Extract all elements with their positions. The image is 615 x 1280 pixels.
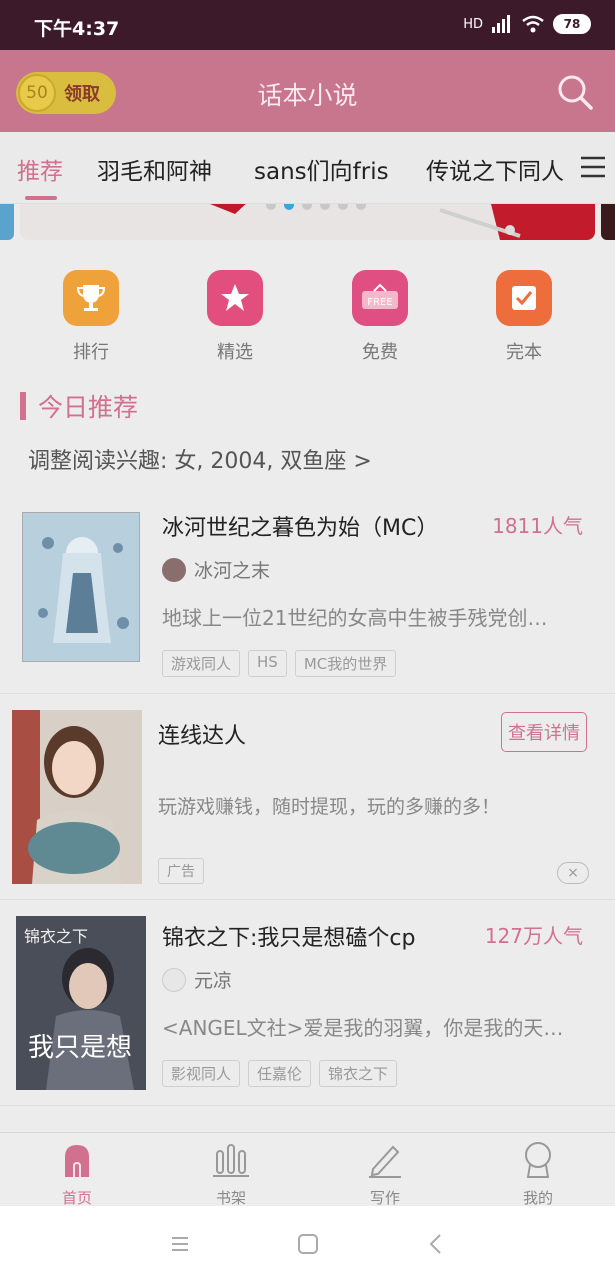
nav-home-label: 首页 — [61, 1189, 92, 1207]
svg-text:我只是想: 我只是想 — [28, 1033, 132, 1063]
bottom-nav: 首页 书架 写作 我的 — [0, 1132, 615, 1208]
book-tag[interactable]: 影视同人 — [162, 1060, 241, 1087]
app-title: 话本小说 — [257, 81, 358, 110]
book-tags: 影视同人 任嘉伦 锦衣之下 — [162, 1060, 398, 1087]
nav-bookshelf-label: 书架 — [215, 1189, 246, 1207]
app-header: 50 领取 话本小说 — [0, 50, 615, 132]
system-nav-bar — [0, 1206, 615, 1280]
recent-apps-icon[interactable] — [166, 1230, 194, 1258]
book-tag[interactable]: HS — [248, 650, 287, 677]
book-tag[interactable]: 锦衣之下 — [319, 1060, 398, 1087]
free-tag-icon: FREE — [352, 270, 408, 326]
search-icon[interactable] — [555, 72, 595, 112]
wifi-icon — [522, 15, 544, 33]
book-popularity: 1811人气 — [492, 514, 583, 538]
checkbox-icon — [496, 270, 552, 326]
quick-featured-label: 精选 — [217, 342, 253, 363]
bookshelf-icon — [213, 1144, 249, 1177]
svg-text:FREE: FREE — [367, 297, 392, 308]
author-name: 冰河之末 — [194, 560, 271, 582]
book-author[interactable]: 冰河之末 — [162, 556, 270, 583]
nav-bookshelf[interactable]: 书架 — [191, 1139, 271, 1208]
battery-icon: 78 — [553, 14, 591, 34]
network-label: HD — [463, 16, 483, 32]
menu-icon[interactable] — [579, 154, 607, 180]
book-description: <ANGEL文社>爱是我的羽翼，你是我的天… — [162, 1016, 564, 1040]
book-tag[interactable]: 任嘉伦 — [248, 1060, 312, 1087]
book-title[interactable]: 冰河世纪之暮色为始（MC） — [162, 510, 438, 542]
banner-carousel[interactable] — [0, 204, 615, 242]
tab-yumao-ashen[interactable]: 羽毛和阿神 — [97, 152, 212, 186]
signal-icon — [492, 15, 510, 33]
tab-sans-fris[interactable]: sans们向fris — [254, 152, 389, 186]
profile-icon — [525, 1142, 551, 1178]
quick-completed-label: 完本 — [506, 342, 542, 363]
nav-home[interactable]: 首页 — [37, 1139, 117, 1208]
svg-text:锦衣之下: 锦衣之下 — [24, 927, 88, 946]
cover-art: 锦衣之下 我只是想 — [16, 916, 146, 1090]
ad-title[interactable]: 连线达人 — [158, 718, 246, 750]
tab-recommend[interactable]: 推荐 — [17, 152, 63, 186]
status-icons: HD 78 — [463, 14, 591, 34]
book-cover[interactable]: 锦衣之下 我只是想 — [16, 916, 146, 1090]
carousel-dots — [266, 204, 366, 210]
quick-free[interactable]: FREE 免费 — [335, 270, 425, 364]
ad-card[interactable]: 连线达人 查看详情 玩游戏赚钱，随时提现，玩的多赚的多！ 广告 × — [0, 694, 615, 900]
book-item[interactable]: 锦衣之下 我只是想 锦衣之下:我只是想磕个cp 127万人气 元凉 <ANGEL… — [0, 900, 615, 1106]
cover-art — [23, 513, 139, 661]
book-tag[interactable]: 游戏同人 — [162, 650, 241, 677]
status-time: 下午4:37 — [34, 18, 120, 40]
nav-profile[interactable]: 我的 — [498, 1139, 578, 1208]
back-icon[interactable] — [422, 1230, 450, 1258]
banner-next-edge — [601, 204, 615, 240]
quick-links: 排行 精选 FREE 免费 完本 — [0, 270, 615, 370]
category-tabs: 推荐 羽毛和阿神 sans们向fris 传说之下同人 — [0, 132, 615, 204]
status-bar: 下午4:37 HD 78 — [0, 0, 615, 50]
author-avatar — [162, 967, 186, 992]
adjust-interest-link[interactable]: 调整阅读兴趣: 女, 2004, 双鱼座 > — [28, 443, 372, 475]
ad-close-button[interactable]: × — [557, 862, 589, 884]
book-popularity: 127万人气 — [484, 924, 583, 948]
home-icon — [65, 1145, 89, 1177]
ad-image[interactable] — [12, 710, 142, 884]
section-accent-bar — [20, 392, 26, 420]
pen-icon — [369, 1145, 401, 1178]
ad-label: 广告 — [158, 858, 204, 884]
banner-image[interactable] — [20, 204, 595, 240]
tab-indicator — [25, 196, 57, 200]
book-author[interactable]: 元凉 — [162, 966, 232, 993]
book-item[interactable]: 冰河世纪之暮色为始（MC） 1811人气 冰河之末 地球上一位21世纪的女高中生… — [0, 490, 615, 694]
ad-detail-button[interactable]: 查看详情 — [501, 712, 587, 752]
book-title[interactable]: 锦衣之下:我只是想磕个cp — [162, 920, 415, 952]
home-button-icon[interactable] — [294, 1230, 322, 1258]
book-tag[interactable]: MC我的世界 — [294, 650, 397, 677]
author-avatar — [162, 557, 186, 582]
book-tags: 游戏同人 HS MC我的世界 — [162, 650, 397, 677]
book-description: 地球上一位21世纪的女高中生被手残党创… — [162, 606, 548, 630]
quick-ranking-label: 排行 — [73, 342, 109, 363]
book-cover[interactable] — [22, 512, 140, 662]
section-today-recommend: 今日推荐 — [20, 390, 138, 422]
author-name: 元凉 — [194, 970, 233, 992]
trophy-icon — [63, 270, 119, 326]
quick-ranking[interactable]: 排行 — [46, 270, 136, 364]
nav-write-label: 写作 — [369, 1189, 400, 1207]
nav-write[interactable]: 写作 — [345, 1139, 425, 1208]
tab-undertale[interactable]: 传说之下同人 — [426, 152, 564, 186]
quick-free-label: 免费 — [362, 342, 398, 363]
ad-photo — [12, 710, 142, 884]
banner-prev-edge — [0, 204, 14, 240]
nav-profile-label: 我的 — [522, 1189, 553, 1207]
ad-description: 玩游戏赚钱，随时提现，玩的多赚的多！ — [158, 796, 501, 818]
star-icon — [207, 270, 263, 326]
section-title: 今日推荐 — [38, 393, 139, 422]
quick-completed[interactable]: 完本 — [479, 270, 569, 364]
quick-featured[interactable]: 精选 — [190, 270, 280, 364]
